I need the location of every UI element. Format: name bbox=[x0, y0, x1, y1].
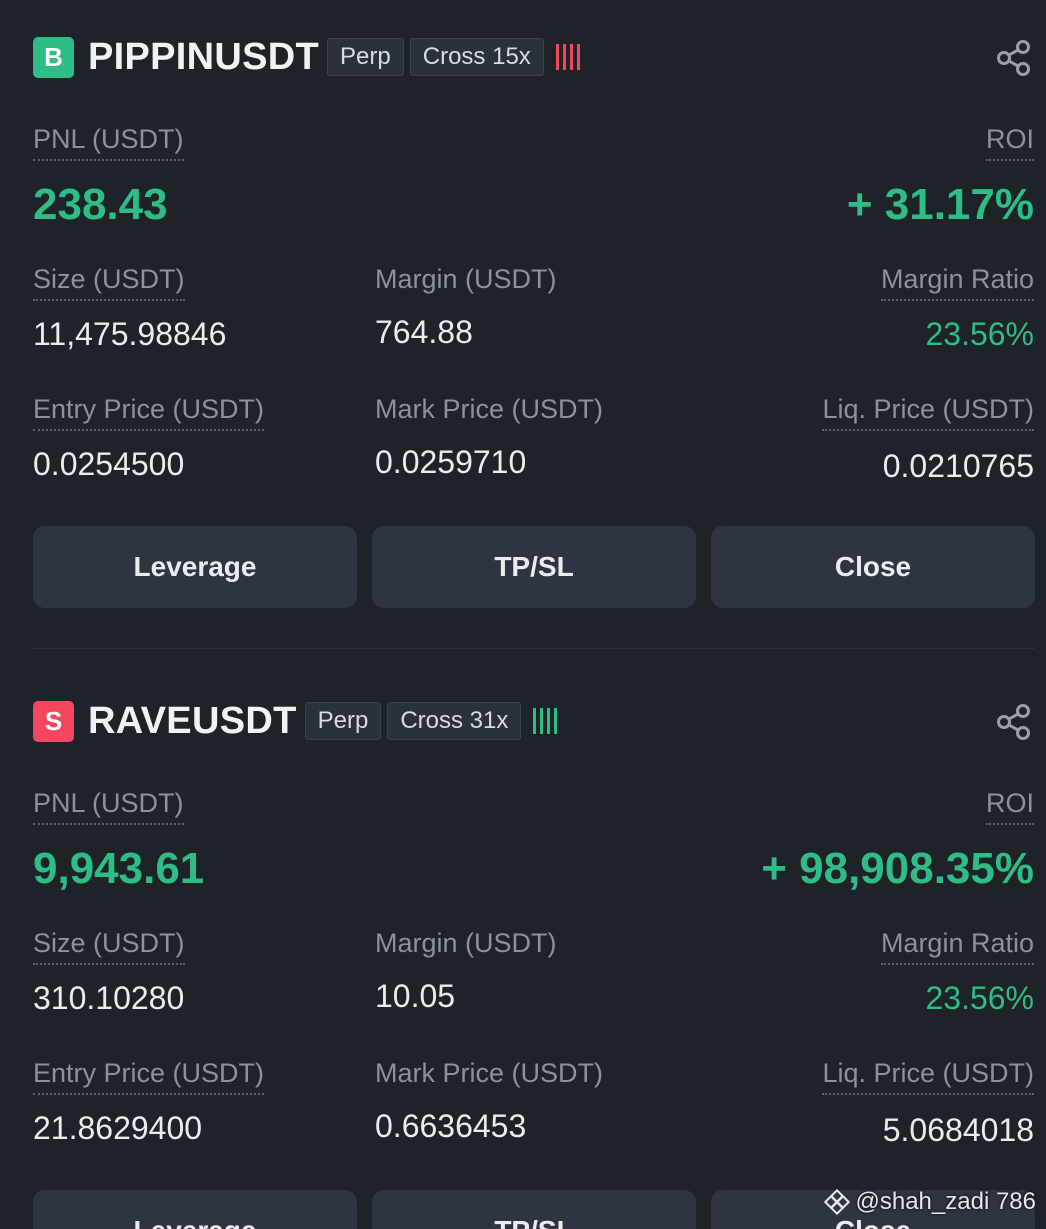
side-badge: S bbox=[33, 700, 74, 742]
size-value: 310.10280 bbox=[33, 980, 185, 1016]
leverage-button[interactable]: Leverage bbox=[33, 1190, 357, 1229]
entry-price-label[interactable]: Entry Price (USDT) bbox=[33, 1058, 265, 1095]
margin-ratio-label[interactable]: Margin Ratio bbox=[880, 928, 1034, 965]
pnl-label[interactable]: PNL (USDT) bbox=[33, 124, 184, 161]
divider bbox=[33, 648, 1035, 649]
roi-value: + 31.17% bbox=[846, 180, 1034, 229]
margin-ratio-value: 23.56% bbox=[925, 316, 1034, 352]
margin-mode-tag[interactable]: Cross 15x bbox=[409, 38, 544, 76]
roi-label[interactable]: ROI bbox=[985, 124, 1034, 161]
position-card: B PIPPINUSDT Perp Cross 15x PNL (USDT) 2… bbox=[0, 0, 1046, 648]
margin-value: 764.88 bbox=[375, 314, 473, 350]
entry-price-value: 0.0254500 bbox=[33, 446, 185, 482]
side-badge: B bbox=[33, 36, 74, 78]
margin-label: Margin (USDT) bbox=[375, 928, 557, 958]
roi-label[interactable]: ROI bbox=[985, 788, 1034, 825]
size-value: 11,475.98846 bbox=[33, 316, 227, 352]
watermark-text: @shah_zadi 786 bbox=[855, 1188, 1037, 1215]
share-icon[interactable] bbox=[994, 702, 1034, 742]
mark-price-label: Mark Price (USDT) bbox=[375, 1058, 603, 1088]
margin-mode-tag[interactable]: Cross 31x bbox=[387, 702, 522, 740]
action-buttons: Leverage TP/SL Close bbox=[33, 526, 1035, 608]
liq-price-value: 5.0684018 bbox=[882, 1112, 1034, 1148]
close-button[interactable]: Close bbox=[711, 526, 1035, 608]
tpsl-button[interactable]: TP/SL bbox=[372, 1190, 696, 1229]
margin-ratio-value: 23.56% bbox=[925, 980, 1034, 1016]
watermark: @shah_zadi 786 bbox=[823, 1188, 1037, 1216]
mark-price-value: 0.0259710 bbox=[375, 444, 527, 480]
symbol-name[interactable]: RAVEUSDT bbox=[88, 700, 297, 743]
leverage-button[interactable]: Leverage bbox=[33, 526, 357, 608]
roi-value: + 98,908.35% bbox=[761, 844, 1034, 893]
margin-value: 10.05 bbox=[375, 978, 456, 1014]
pnl-value: 238.43 bbox=[33, 180, 168, 229]
size-label[interactable]: Size (USDT) bbox=[33, 264, 185, 301]
liq-price-label[interactable]: Liq. Price (USDT) bbox=[822, 394, 1034, 431]
symbol-name[interactable]: PIPPINUSDT bbox=[88, 36, 319, 79]
binance-diamond-icon bbox=[823, 1189, 850, 1215]
risk-indicator-icon bbox=[533, 702, 561, 740]
margin-ratio-label[interactable]: Margin Ratio bbox=[880, 264, 1034, 301]
contract-type-tag: Perp bbox=[327, 38, 404, 76]
position-header: B PIPPINUSDT Perp Cross 15x bbox=[33, 36, 584, 78]
pnl-label[interactable]: PNL (USDT) bbox=[33, 788, 184, 825]
risk-indicator-icon bbox=[555, 38, 584, 76]
position-card: S RAVEUSDT Perp Cross 31x PNL (USDT) 9,9… bbox=[0, 664, 1046, 1229]
contract-type-tag: Perp bbox=[304, 702, 382, 740]
share-icon[interactable] bbox=[994, 38, 1034, 78]
entry-price-value: 21.8629400 bbox=[33, 1110, 203, 1146]
position-header: S RAVEUSDT Perp Cross 31x bbox=[33, 700, 561, 742]
entry-price-label[interactable]: Entry Price (USDT) bbox=[33, 394, 265, 431]
size-label[interactable]: Size (USDT) bbox=[33, 928, 185, 965]
tpsl-button[interactable]: TP/SL bbox=[372, 526, 696, 608]
pnl-value: 9,943.61 bbox=[33, 844, 205, 893]
mark-price-label: Mark Price (USDT) bbox=[375, 394, 603, 424]
mark-price-value: 0.6636453 bbox=[375, 1108, 527, 1144]
margin-label: Margin (USDT) bbox=[375, 264, 557, 294]
liq-price-value: 0.0210765 bbox=[882, 448, 1034, 484]
liq-price-label[interactable]: Liq. Price (USDT) bbox=[822, 1058, 1034, 1095]
